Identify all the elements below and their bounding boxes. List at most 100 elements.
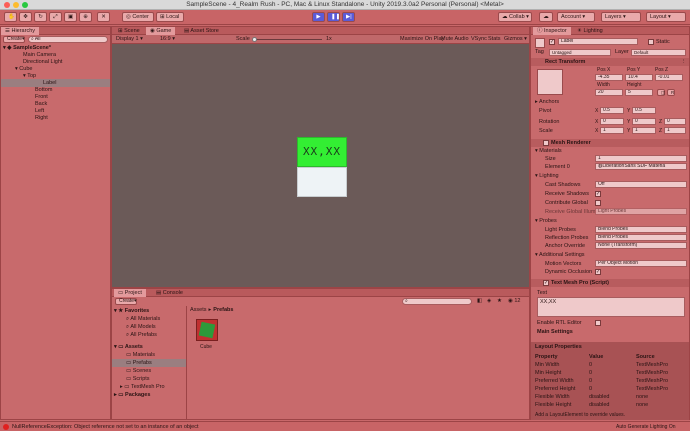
additional-settings-foldout[interactable]: ▾ Additional Settings bbox=[535, 252, 585, 258]
pivot-y-field[interactable]: 0.5 bbox=[632, 107, 656, 114]
enable-rtl-checkbox[interactable] bbox=[595, 320, 601, 326]
account-dropdown[interactable]: Account ▾ bbox=[557, 12, 595, 22]
status-bar[interactable]: NullReferenceException: Object reference… bbox=[0, 421, 690, 431]
hidden-packages-icon[interactable]: ◉ 12 bbox=[508, 298, 520, 304]
folder-prefabs[interactable]: ▭ Prefabs bbox=[112, 359, 186, 367]
favorite-all-prefabs[interactable]: ⌕ All Prefabs bbox=[126, 331, 157, 339]
light-probes-dropdown[interactable]: Blend Probes bbox=[595, 226, 687, 233]
contribute-gi-checkbox[interactable] bbox=[595, 200, 601, 206]
project-split-divider[interactable] bbox=[186, 306, 187, 419]
anchor-override-field[interactable]: None (Transform) bbox=[595, 242, 687, 249]
tab-project[interactable]: ▭ Project bbox=[114, 289, 146, 297]
layer-dropdown[interactable]: Default bbox=[631, 49, 686, 56]
project-create-button[interactable]: Create▾ bbox=[115, 298, 137, 305]
anchor-preset-button[interactable] bbox=[537, 69, 563, 95]
width-field[interactable]: 20 bbox=[595, 89, 623, 96]
custom-tool-button[interactable]: ✕ bbox=[97, 12, 110, 22]
active-checkbox[interactable]: ✓ bbox=[549, 39, 555, 45]
scale-y-field[interactable]: 1 bbox=[632, 127, 656, 134]
move-tool-button[interactable]: ✥ bbox=[19, 12, 32, 22]
aspect-dropdown[interactable]: 16:9 ▾ bbox=[160, 35, 175, 43]
rotation-x-field[interactable]: 0 bbox=[600, 118, 624, 125]
rect-transform-header[interactable]: Rect Transform bbox=[531, 58, 689, 66]
motion-vectors-dropdown[interactable]: Per Object Motion bbox=[595, 260, 687, 267]
mute-audio-toggle[interactable]: Mute Audio bbox=[441, 35, 469, 43]
height-field[interactable]: 5 bbox=[625, 89, 653, 96]
tab-lighting[interactable]: ☀ Lighting bbox=[573, 27, 607, 35]
tab-console[interactable]: ▤ Console bbox=[152, 289, 187, 297]
materials-size-field[interactable]: 1 bbox=[595, 155, 687, 162]
object-name-field[interactable]: Label bbox=[558, 38, 638, 45]
textmeshpro-header[interactable]: Text Mesh Pro (Script) bbox=[531, 279, 689, 287]
step-button[interactable]: ▶| bbox=[342, 12, 355, 22]
vsync-toggle[interactable]: VSync bbox=[471, 35, 487, 43]
materials-foldout[interactable]: ▾ Materials bbox=[535, 148, 562, 154]
folder-scenes[interactable]: ▭ Scenes bbox=[126, 367, 151, 375]
cube-prefab-thumbnail[interactable] bbox=[196, 319, 218, 341]
tab-inspector[interactable]: ⓘ Inspector bbox=[533, 27, 571, 35]
dynamic-occlusion-checkbox[interactable]: ✓ bbox=[595, 269, 601, 275]
textmeshpro-enabled-checkbox[interactable]: ✓ bbox=[543, 280, 549, 286]
mesh-renderer-header[interactable]: Mesh Renderer bbox=[531, 139, 689, 147]
favorites-header[interactable]: ▾ ★ Favorites bbox=[114, 307, 149, 315]
transform-tool-button[interactable]: ⊕ bbox=[79, 12, 92, 22]
project-search-input[interactable]: ⌕ bbox=[402, 298, 472, 305]
receive-shadows-checkbox[interactable]: ✓ bbox=[595, 191, 601, 197]
tag-dropdown[interactable]: Untagged bbox=[549, 49, 611, 56]
rect-tool-button[interactable]: ▣ bbox=[64, 12, 77, 22]
collab-button[interactable]: ☁ Collab ▾ bbox=[498, 12, 532, 22]
gizmos-dropdown[interactable]: Gizmos ▾ bbox=[504, 35, 527, 43]
display-dropdown[interactable]: Display 1 ▾ bbox=[116, 35, 143, 43]
pos-z-field[interactable]: -0.01 bbox=[655, 74, 683, 81]
hierarchy-search-input[interactable]: ⌕ All bbox=[28, 36, 108, 43]
reflection-probes-dropdown[interactable]: Blend Probes bbox=[595, 234, 687, 241]
element0-field[interactable]: ◍LiberationSans SDF Materia bbox=[595, 163, 687, 170]
folder-materials[interactable]: ▭ Materials bbox=[126, 351, 155, 359]
scale-tool-button[interactable]: ⤢ bbox=[49, 12, 62, 22]
lighting-foldout[interactable]: ▾ Lighting bbox=[535, 173, 559, 179]
pivot-local-button[interactable]: ⊞ Local bbox=[156, 12, 184, 22]
tab-game[interactable]: ◉ Game bbox=[146, 27, 176, 35]
tab-scene[interactable]: ⊞ Scene bbox=[114, 27, 144, 35]
probes-foldout[interactable]: ▾ Probes bbox=[535, 218, 557, 224]
folder-textmesh-pro[interactable]: ▸ ▭ TextMesh Pro bbox=[120, 383, 165, 391]
maximize-on-play-toggle[interactable]: Maximize On Play bbox=[400, 35, 444, 43]
favorite-star-icon[interactable]: ★ bbox=[497, 298, 502, 304]
tab-asset-store[interactable]: ▤ Asset Store bbox=[180, 27, 223, 35]
favorite-all-models[interactable]: ⌕ All Models bbox=[126, 323, 156, 331]
filter-label-icon[interactable]: ◈ bbox=[487, 298, 491, 304]
favorite-all-materials[interactable]: ⌕ All Materials bbox=[126, 315, 160, 323]
layers-dropdown[interactable]: Layers ▾ bbox=[601, 12, 641, 22]
tree-item-right[interactable]: Right bbox=[1, 114, 110, 122]
breadcrumb-prefabs[interactable]: Prefabs bbox=[213, 307, 233, 313]
anchors-foldout[interactable]: ▸ Anchors bbox=[535, 99, 559, 105]
assets-header[interactable]: ▾ ▭ Assets bbox=[114, 343, 143, 351]
pause-button[interactable]: ❚❚ bbox=[327, 12, 340, 22]
rotation-y-field[interactable]: 0 bbox=[632, 118, 656, 125]
raw-edit-mode-button[interactable]: R bbox=[667, 89, 675, 96]
blueprint-mode-button[interactable]: ◫ bbox=[657, 89, 665, 96]
rotation-z-field[interactable]: 0 bbox=[664, 118, 686, 125]
cast-shadows-dropdown[interactable]: Off bbox=[595, 181, 687, 188]
cloud-services-button[interactable]: ☁ bbox=[539, 12, 553, 22]
scale-slider-handle[interactable] bbox=[252, 37, 257, 42]
static-checkbox[interactable] bbox=[648, 39, 654, 45]
pos-x-field[interactable]: -4.35 bbox=[595, 74, 623, 81]
tab-hierarchy[interactable]: ☰ Hierarchy bbox=[1, 27, 40, 35]
hierarchy-create-button[interactable]: Create▾ bbox=[3, 36, 25, 43]
scale-z-field[interactable]: 1 bbox=[664, 127, 686, 134]
text-input-area[interactable]: XX,XX bbox=[537, 297, 685, 317]
breadcrumb-assets[interactable]: Assets bbox=[190, 307, 207, 313]
mesh-renderer-enabled-checkbox[interactable] bbox=[543, 140, 549, 146]
filter-type-icon[interactable]: ◧ bbox=[477, 298, 482, 304]
rotate-tool-button[interactable]: ↻ bbox=[34, 12, 47, 22]
layout-dropdown[interactable]: Layout ▾ bbox=[646, 12, 686, 22]
pos-y-field[interactable]: 10.4 bbox=[625, 74, 653, 81]
folder-scripts[interactable]: ▭ Scripts bbox=[126, 375, 150, 383]
scale-slider-track[interactable] bbox=[252, 39, 322, 40]
packages-header[interactable]: ▸ ▭ Packages bbox=[114, 391, 150, 399]
hand-tool-button[interactable]: ✋ bbox=[4, 12, 17, 22]
play-button[interactable]: ▶ bbox=[312, 12, 325, 22]
scale-x-field[interactable]: 1 bbox=[600, 127, 624, 134]
component-menu-icon[interactable]: ⋮ bbox=[681, 59, 687, 65]
